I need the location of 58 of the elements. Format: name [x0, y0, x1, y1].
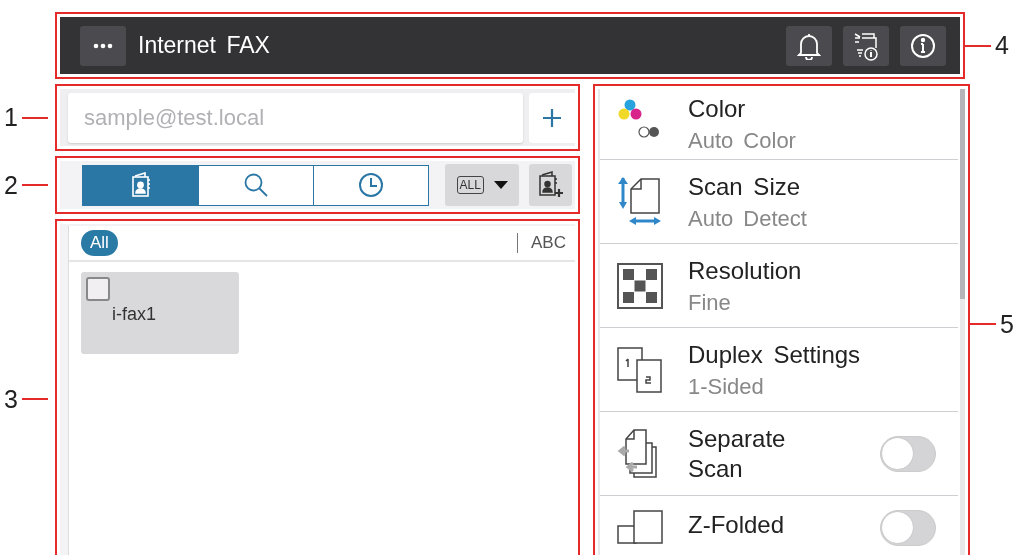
search-icon [243, 172, 269, 198]
destination-tile[interactable]: i-fax1 [81, 272, 239, 354]
callout-number: 1 [3, 105, 19, 130]
more-icon [93, 42, 113, 49]
address-book-icon [129, 172, 152, 198]
setting-title: Color [688, 94, 747, 124]
setting-value: Auto Detect [688, 205, 808, 232]
setting-title: Z-Folded [688, 510, 786, 540]
tab[interactable] [313, 165, 428, 205]
address-field[interactable]: sample@test.local [68, 93, 523, 143]
toggle-switch[interactable] [880, 510, 936, 546]
destination-name: i-fax1 [112, 304, 156, 324]
info-button[interactable] [900, 25, 946, 66]
leader-line [22, 398, 48, 400]
setting-value: Auto Color [688, 128, 797, 154]
setting-title: Duplex Settings [688, 339, 862, 370]
two-pages-icon [617, 345, 663, 394]
index-tab[interactable]: ABC [522, 230, 575, 256]
folded-page-icon [617, 510, 663, 544]
callout-number: 3 [3, 386, 19, 412]
setting-row[interactable]: Separate Scan [600, 411, 958, 495]
window-title: Internet FAX [138, 32, 271, 59]
setting-row[interactable]: Resolution Fine [600, 243, 958, 327]
address-book-plus-icon [537, 171, 564, 199]
setting-row[interactable]: Duplex Settings 1-Sided [600, 327, 958, 411]
callout-number: 5 [999, 311, 1015, 337]
setting-row[interactable]: Color Auto Color [600, 89, 958, 159]
setting-value: 1-Sided [688, 373, 765, 400]
device-info-button[interactable] [843, 25, 889, 66]
callout-number: 4 [994, 33, 1010, 58]
setting-value: Fine [688, 289, 732, 316]
caret-icon [493, 181, 508, 189]
setting-row[interactable]: Scan Size Auto Detect [600, 159, 958, 243]
add-address-button[interactable] [529, 93, 575, 143]
filter-dropdown[interactable]: ALL [445, 164, 520, 206]
index-tab[interactable]: All [81, 230, 118, 256]
leader-line [22, 116, 48, 119]
setting-row[interactable]: Z-Folded [600, 495, 958, 555]
all-label: ALL [456, 176, 484, 194]
leader-line [22, 184, 48, 186]
callout-number: 2 [3, 172, 19, 198]
clock-icon [358, 172, 384, 198]
setting-title: Resolution [688, 255, 803, 286]
plus-icon [542, 108, 562, 128]
setting-title: Scan Size [688, 171, 802, 202]
bell-icon [797, 31, 821, 60]
scrollbar[interactable] [960, 89, 965, 555]
tab[interactable] [198, 165, 313, 205]
notification-button[interactable] [786, 25, 832, 66]
info-icon [910, 32, 936, 59]
tab[interactable] [83, 165, 198, 205]
toggle-switch[interactable] [880, 435, 936, 472]
checkbox[interactable] [86, 277, 110, 301]
page-size-icon [617, 175, 663, 228]
setting-title: Separate Scan [688, 423, 787, 484]
more-menu-button[interactable] [80, 25, 126, 66]
add-contact-button[interactable] [529, 164, 572, 206]
checkerboard-icon [617, 262, 663, 309]
